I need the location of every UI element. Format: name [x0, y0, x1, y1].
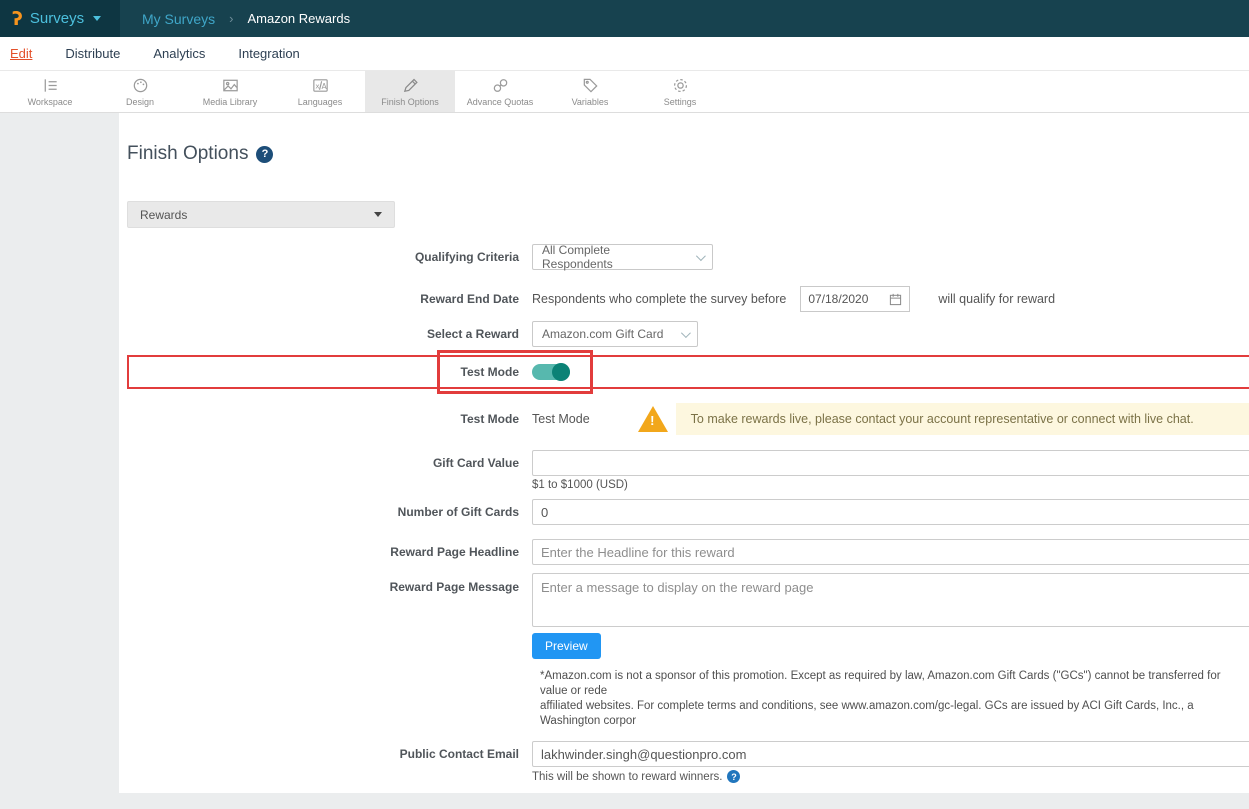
test-mode-status-value: Test Mode	[532, 412, 590, 426]
breadcrumb-current-survey: Amazon Rewards	[247, 11, 350, 26]
public-email-helper: This will be shown to reward winners. ?	[532, 770, 1249, 783]
toolbar-label: Finish Options	[381, 97, 439, 107]
toolbar-label: Settings	[664, 97, 697, 107]
number-gift-cards-input[interactable]	[532, 499, 1249, 525]
chevron-down-icon	[374, 212, 382, 217]
preview-button[interactable]: Preview	[532, 633, 601, 659]
svg-text:x: x	[315, 81, 319, 90]
finish-options-panel: Finish Options ? Rewards Qualifying Crit…	[119, 113, 1249, 793]
reward-headline-label: Reward Page Headline	[127, 545, 519, 559]
finish-options-icon	[401, 76, 420, 95]
toolbar-label: Design	[126, 97, 154, 107]
select-reward-select[interactable]: Amazon.com Gift Card	[532, 321, 698, 347]
nav-tab-distribute[interactable]: Distribute	[65, 46, 120, 61]
reward-winners-help-icon[interactable]: ?	[727, 770, 740, 783]
number-gift-cards-row: Number of Gift Cards	[127, 499, 1249, 525]
qualifying-criteria-label: Qualifying Criteria	[127, 250, 519, 264]
test-mode-toggle-label: Test Mode	[127, 365, 519, 379]
advance-quotas-icon	[491, 76, 510, 95]
toolbar-label: Languages	[298, 97, 343, 107]
toolbar-item-variables[interactable]: Variables	[545, 71, 635, 112]
public-email-input[interactable]	[532, 741, 1249, 767]
amazon-disclaimer: *Amazon.com is not a sponsor of this pro…	[540, 669, 1249, 729]
top-bar: ʔ Surveys My Surveys › Amazon Rewards	[0, 0, 1249, 37]
test-mode-status-row: Test Mode Test Mode To make rewards live…	[127, 403, 1249, 435]
toolbar-item-languages[interactable]: xA Languages	[275, 71, 365, 112]
test-mode-warning-text: To make rewards live, please contact you…	[691, 412, 1194, 426]
reward-message-row: Reward Page Message	[127, 573, 1249, 627]
calendar-icon	[889, 293, 902, 306]
select-reward-label: Select a Reward	[127, 327, 519, 341]
reward-end-date-row: Reward End Date Respondents who complete…	[127, 286, 1249, 312]
questionpro-logo-icon: ʔ	[12, 8, 23, 30]
surveys-app-menu[interactable]: ʔ Surveys	[0, 0, 120, 37]
variables-icon	[581, 76, 600, 95]
qualifying-criteria-value: All Complete Respondents	[542, 243, 682, 271]
toolbar-item-design[interactable]: Design	[95, 71, 185, 112]
gift-card-value-label: Gift Card Value	[127, 456, 519, 470]
chevron-down-icon	[93, 16, 101, 21]
toolbar-label: Advance Quotas	[467, 97, 534, 107]
reward-end-date-label: Reward End Date	[127, 292, 519, 306]
finish-section-dropdown[interactable]: Rewards	[127, 201, 395, 228]
nav-tab-analytics[interactable]: Analytics	[153, 46, 205, 61]
number-gift-cards-label: Number of Gift Cards	[127, 505, 519, 519]
test-mode-toggle[interactable]	[532, 364, 570, 380]
chevron-down-icon	[681, 328, 691, 338]
main-nav: Edit Distribute Analytics Integration	[0, 37, 1249, 71]
page-title: Finish Options	[127, 143, 248, 165]
page-help-icon[interactable]: ?	[256, 146, 273, 163]
toggle-knob	[552, 363, 570, 381]
disclaimer-line-1: *Amazon.com is not a sponsor of this pro…	[540, 669, 1249, 699]
reward-headline-row: Reward Page Headline	[127, 539, 1249, 565]
page-background: Finish Options ? Rewards Qualifying Crit…	[0, 113, 1249, 809]
disclaimer-line-2: affiliated websites. For complete terms …	[540, 699, 1249, 729]
reward-end-date-picker[interactable]	[800, 286, 910, 312]
gift-card-value-input[interactable]	[532, 450, 1249, 476]
select-reward-value: Amazon.com Gift Card	[542, 327, 663, 341]
toolbar-item-workspace[interactable]: Workspace	[5, 71, 95, 112]
warning-triangle-icon	[638, 406, 668, 432]
reward-end-date-input[interactable]	[808, 292, 878, 306]
select-reward-row: Select a Reward Amazon.com Gift Card	[127, 321, 1249, 347]
workspace-icon	[41, 76, 60, 95]
design-icon	[131, 76, 150, 95]
reward-end-date-prefix: Respondents who complete the survey befo…	[532, 292, 786, 306]
toolbar-item-media-library[interactable]: Media Library	[185, 71, 275, 112]
reward-headline-input[interactable]	[532, 539, 1249, 565]
test-mode-warning-banner: To make rewards live, please contact you…	[676, 403, 1249, 435]
finish-section-value: Rewards	[140, 208, 187, 222]
test-mode-toggle-row: Test Mode	[127, 355, 1249, 389]
qualifying-criteria-row: Qualifying Criteria All Complete Respond…	[127, 244, 1249, 270]
gift-card-value-helper-text: $1 to $1000 (USD)	[532, 479, 628, 491]
edit-toolbar: Workspace Design Media Library xA Langua…	[0, 71, 1249, 113]
breadcrumb: My Surveys › Amazon Rewards	[142, 11, 350, 27]
public-email-helper-text: This will be shown to reward winners.	[532, 771, 722, 783]
settings-icon	[671, 76, 690, 95]
breadcrumb-separator: ›	[229, 11, 233, 26]
qualifying-criteria-select[interactable]: All Complete Respondents	[532, 244, 713, 270]
nav-tab-integration[interactable]: Integration	[238, 46, 299, 61]
test-mode-status-label: Test Mode	[127, 412, 519, 426]
chevron-down-icon	[696, 251, 706, 261]
reward-message-label: Reward Page Message	[127, 580, 519, 594]
breadcrumb-my-surveys[interactable]: My Surveys	[142, 11, 215, 27]
toolbar-label: Media Library	[203, 97, 258, 107]
gift-card-value-row: Gift Card Value	[127, 450, 1249, 476]
toolbar-label: Variables	[572, 97, 609, 107]
public-email-row: Public Contact Email	[127, 741, 1249, 767]
svg-text:A: A	[321, 82, 327, 91]
languages-icon: xA	[311, 76, 330, 95]
reward-end-date-suffix: will qualify for reward	[938, 292, 1055, 306]
gift-card-value-helper: $1 to $1000 (USD)	[532, 479, 1249, 491]
app-name: Surveys	[30, 10, 84, 27]
public-email-label: Public Contact Email	[127, 747, 519, 761]
toolbar-item-finish-options[interactable]: Finish Options	[365, 71, 455, 112]
media-library-icon	[221, 76, 240, 95]
toolbar-item-advance-quotas[interactable]: Advance Quotas	[455, 71, 545, 112]
toolbar-item-settings[interactable]: Settings	[635, 71, 725, 112]
reward-message-textarea[interactable]	[532, 573, 1249, 627]
toolbar-label: Workspace	[28, 97, 73, 107]
nav-tab-edit[interactable]: Edit	[10, 46, 32, 61]
